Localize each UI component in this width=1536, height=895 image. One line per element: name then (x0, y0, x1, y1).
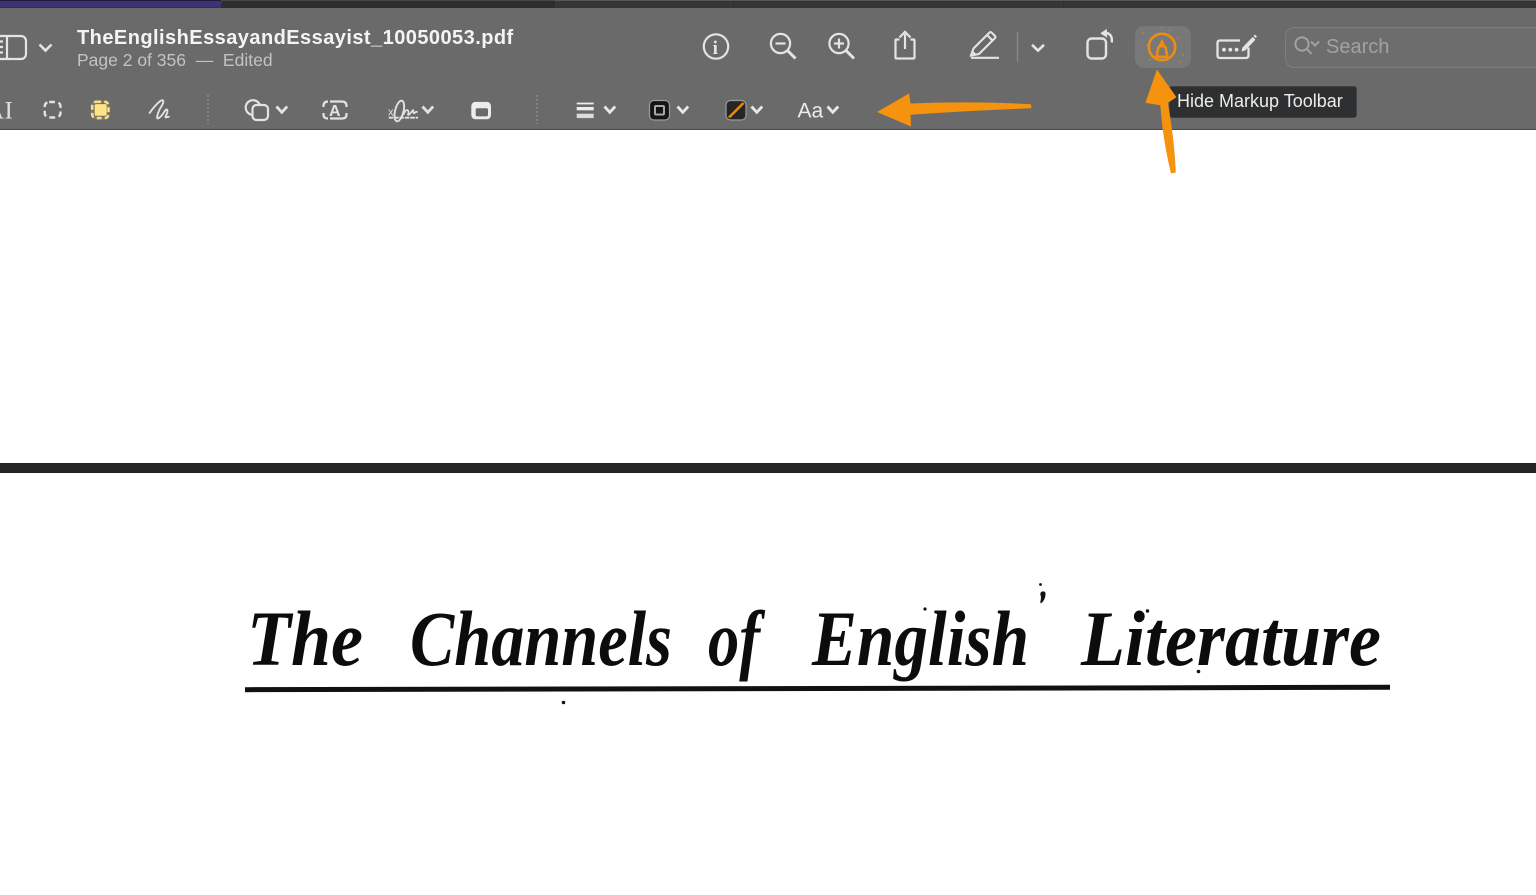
svg-text:A: A (0, 98, 4, 125)
svg-text:i: i (713, 38, 718, 59)
svg-text:A: A (329, 103, 341, 120)
svg-text:x: x (388, 107, 394, 119)
svg-text:Aa: Aa (797, 99, 823, 122)
svg-text:I: I (5, 98, 13, 125)
